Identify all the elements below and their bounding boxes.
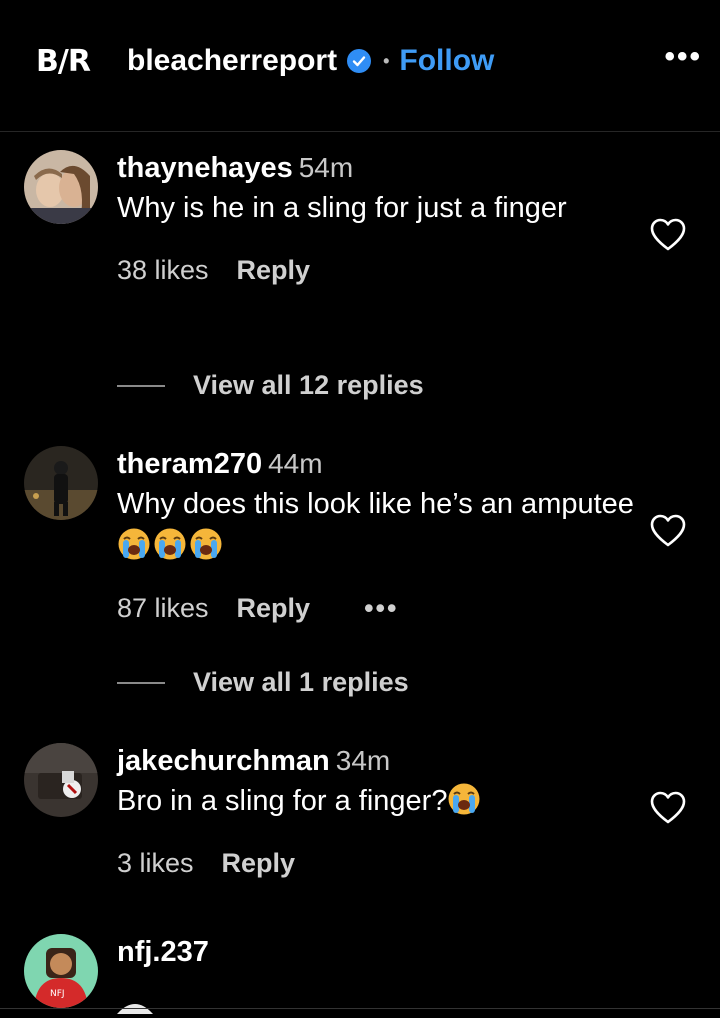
comment-actions: 3 likes Reply — [117, 848, 640, 879]
view-replies-label: View all 12 replies — [193, 370, 424, 400]
comment-username[interactable]: jakechurchman — [117, 745, 330, 777]
view-replies-button[interactable]: View all 12 replies — [117, 370, 424, 401]
heart-icon[interactable] — [650, 791, 686, 825]
view-replies-button[interactable]: View all 1 replies — [117, 667, 409, 698]
comment-username[interactable]: nfj.237 — [117, 936, 209, 968]
heart-icon[interactable] — [650, 218, 686, 252]
likes-count[interactable]: 38 likes — [117, 255, 209, 286]
account-row: bleacherreport • Follow — [127, 44, 494, 78]
loudly-crying-face-icon — [448, 783, 480, 815]
comment-actions: 87 likes Reply ••• — [117, 593, 640, 624]
svg-text:NFJ: NFJ — [50, 989, 65, 999]
comment-body: thaynehayes 54m Why is he in a sling for … — [117, 152, 640, 286]
verified-badge-icon — [347, 49, 372, 73]
comment-header: theram270 44m — [117, 448, 640, 481]
comment-username[interactable]: theram270 — [117, 448, 262, 480]
emoji-group — [117, 528, 225, 562]
bottom-divider — [0, 1008, 720, 1009]
comment-header: jakechurchman 34m — [117, 745, 640, 778]
account-name[interactable]: bleacherreport — [127, 44, 337, 78]
view-replies-label: View all 1 replies — [193, 667, 409, 697]
comment-body: nfj.237 — [117, 936, 640, 969]
br-logo[interactable]: B/R — [36, 44, 91, 79]
comment-text-content: Bro in a sling for a finger? — [117, 785, 448, 817]
replies-divider — [117, 384, 165, 387]
comment-body: theram270 44m Why does this look like he’… — [117, 448, 640, 624]
reply-button[interactable]: Reply — [237, 255, 311, 286]
comment-timestamp: 44m — [268, 448, 323, 479]
more-options-icon[interactable]: ••• — [664, 40, 702, 74]
comment-text: Why is he in a sling for just a finger — [117, 192, 567, 224]
reply-button[interactable]: Reply — [237, 593, 311, 624]
avatar[interactable] — [24, 743, 98, 817]
follow-button[interactable]: Follow — [399, 44, 494, 78]
comment-header: thaynehayes 54m — [117, 152, 640, 185]
comment-timestamp: 54m — [298, 152, 354, 183]
comment-timestamp: 34m — [335, 745, 391, 776]
separator-dot: • — [383, 50, 390, 71]
comment-text: Bro in a sling for a finger? — [117, 780, 640, 822]
heart-icon[interactable] — [650, 514, 686, 548]
loudly-crying-face-icon — [154, 528, 186, 560]
replies-divider — [117, 681, 165, 684]
avatar[interactable] — [24, 446, 98, 520]
comment-body: jakechurchman 34m Bro in a sling for a fi… — [117, 745, 640, 879]
likes-count[interactable]: 3 likes — [117, 848, 194, 879]
partial-emoji-icon — [117, 1004, 153, 1014]
avatar[interactable]: NFJ — [24, 934, 98, 1008]
comment-username[interactable]: thaynehayes — [117, 152, 293, 184]
comment-more-icon[interactable]: ••• — [364, 593, 398, 624]
comment-text: Why does this look like he’s an amputee — [117, 483, 640, 567]
reply-button[interactable]: Reply — [222, 848, 296, 879]
post-header: B/R bleacherreport • Follow ••• — [0, 0, 720, 132]
avatar[interactable] — [24, 150, 98, 224]
comment-actions: 38 likes Reply — [117, 255, 640, 286]
loudly-crying-face-icon — [118, 528, 150, 560]
loudly-crying-face-icon — [190, 528, 222, 560]
comment-text-content: Why does this look like he’s an amputee — [117, 488, 634, 520]
likes-count[interactable]: 87 likes — [117, 593, 209, 624]
